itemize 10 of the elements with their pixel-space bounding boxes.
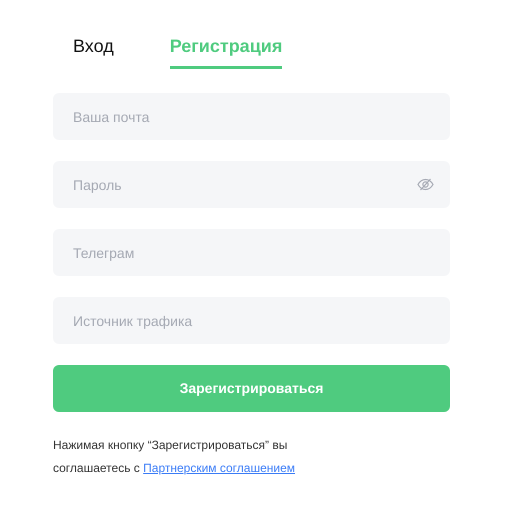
input-field[interactable]: Ваша почта	[53, 93, 450, 140]
tab[interactable]: Вход	[73, 33, 114, 69]
register-button[interactable]: Зарегистрироваться	[53, 365, 450, 412]
agreement-link[interactable]: Партнерским соглашением	[143, 461, 296, 475]
agreement-notice: Нажимая кнопку “Зарегистрироваться” вы соглашаетесь с Партнерским соглашением	[53, 437, 296, 477]
password-field[interactable]: Пароль	[53, 161, 450, 208]
tab[interactable]: Регистрация	[170, 33, 282, 69]
eye-slash-icon[interactable]	[417, 178, 434, 191]
input-field[interactable]: Телеграм	[53, 229, 450, 276]
input-field[interactable]: Источник трафика	[53, 297, 450, 344]
